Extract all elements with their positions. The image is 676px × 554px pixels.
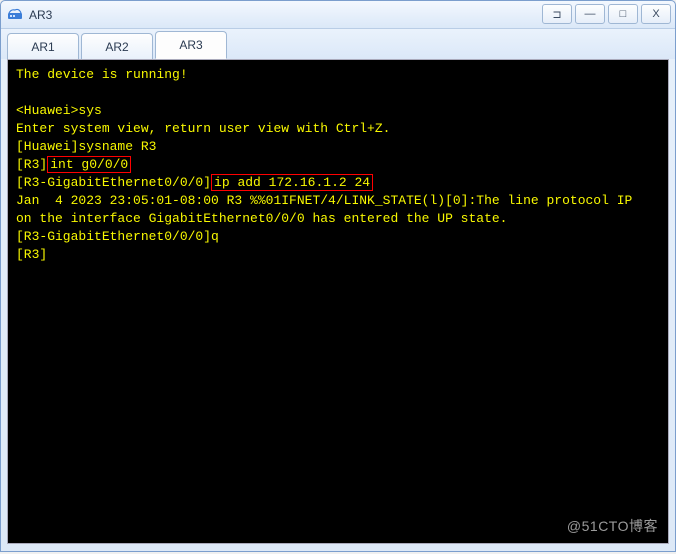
maximize-icon: □: [620, 8, 627, 20]
term-line-quit: [R3-GigabitEthernet0/0/0]q: [16, 229, 219, 244]
terminal[interactable]: The device is running! <Huawei>sys Enter…: [7, 59, 669, 544]
close-icon: X: [652, 8, 659, 20]
term-line-sysname: [Huawei]sysname R3: [16, 139, 156, 154]
tab-strip: AR1 AR2 AR3: [1, 29, 675, 59]
watermark: @51CTO博客: [567, 517, 658, 535]
term-log2: on the interface GigabitEthernet0/0/0 ha…: [16, 211, 507, 226]
term-log1: Jan 4 2023 23:05:01-08:00 R3 %%01IFNET/4…: [16, 193, 640, 208]
app-icon: [7, 7, 23, 23]
maximize-button[interactable]: □: [608, 4, 638, 24]
terminal-container: The device is running! <Huawei>sys Enter…: [1, 59, 675, 550]
term-prompt-r3: [R3]: [16, 157, 47, 172]
term-line-enter: Enter system view, return user view with…: [16, 121, 390, 136]
pin-icon: ⊐: [552, 8, 561, 21]
window-buttons: ⊐ — □ X: [539, 4, 671, 24]
tab-ar1[interactable]: AR1: [7, 33, 79, 59]
app-window: AR3 ⊐ — □ X AR1 AR2 AR3 The device is ru…: [0, 0, 676, 552]
window-title: AR3: [29, 8, 52, 22]
tab-label: AR2: [105, 40, 128, 54]
pin-button[interactable]: ⊐: [542, 4, 572, 24]
close-button[interactable]: X: [641, 4, 671, 24]
minimize-button[interactable]: —: [575, 4, 605, 24]
titlebar[interactable]: AR3 ⊐ — □ X: [1, 1, 675, 29]
term-prompt-gi: [R3-GigabitEthernet0/0/0]: [16, 175, 211, 190]
tab-ar2[interactable]: AR2: [81, 33, 153, 59]
tab-label: AR3: [179, 38, 202, 52]
tab-label: AR1: [31, 40, 54, 54]
term-blank: [16, 85, 24, 100]
term-line-running: The device is running!: [16, 67, 188, 82]
highlight-ip-cmd: ip add 172.16.1.2 24: [211, 174, 373, 191]
term-line-sys: <Huawei>sys: [16, 103, 102, 118]
tab-ar3[interactable]: AR3: [155, 31, 227, 59]
term-prompt-r3-final: [R3]: [16, 247, 47, 262]
highlight-int-cmd: int g0/0/0: [47, 156, 131, 173]
minimize-icon: —: [585, 8, 596, 20]
